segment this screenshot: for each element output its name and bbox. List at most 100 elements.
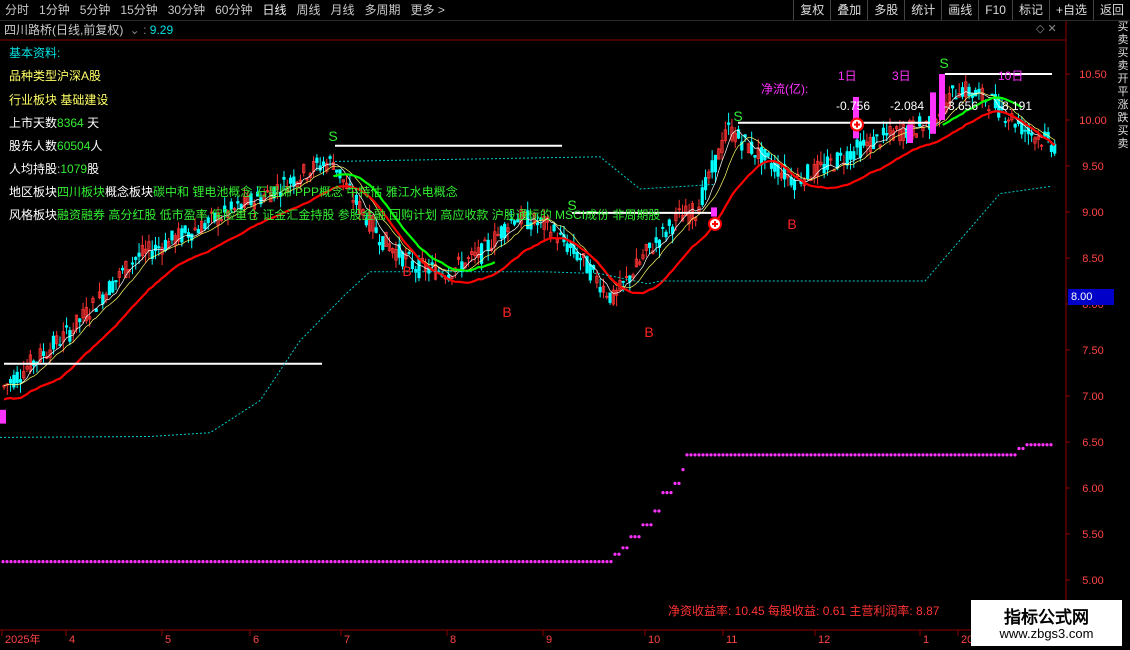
candle-body [700, 187, 704, 206]
indicator-dot [925, 453, 929, 457]
candle-body [1049, 145, 1054, 152]
indicator-dot [65, 560, 69, 564]
price-label-2: 9.50 [1082, 161, 1103, 173]
buy-signal-1: B [502, 304, 511, 320]
candle-body [598, 286, 602, 293]
indicator-dot [673, 481, 677, 485]
indicator-dot [477, 560, 481, 564]
indicator-dot [33, 560, 37, 564]
indicator-dot [973, 453, 977, 457]
indicator-dot [997, 453, 1001, 457]
candle-body [315, 157, 319, 163]
candle-body [559, 232, 563, 235]
indicator-dot [793, 453, 797, 457]
fund-days: 上市天数8364 天 [9, 116, 100, 130]
indicator-dot [589, 560, 593, 564]
side-label-6: 涨 [1117, 99, 1129, 111]
indicator-dot [561, 560, 565, 564]
candle-body [64, 325, 69, 328]
indicator-dot [709, 453, 713, 457]
magenta-signal-bar-0 [0, 409, 6, 424]
indicator-dot [133, 560, 137, 564]
indicator-dot [329, 560, 333, 564]
date-label-8: 11 [726, 634, 737, 646]
indicator-dot [461, 560, 465, 564]
candle-body [417, 258, 421, 279]
indicator-dot [145, 560, 149, 564]
indicator-dot [429, 560, 433, 564]
date-label-1: 4 [69, 634, 75, 646]
indicator-dot [221, 560, 225, 564]
candle-body [845, 151, 849, 166]
indicator-dot [1005, 453, 1009, 457]
indicator-dot [321, 560, 325, 564]
indicator-dot [801, 453, 805, 457]
candle-body [503, 223, 507, 239]
candle-body [858, 141, 862, 158]
candle-body [713, 154, 718, 173]
indicator-dot [965, 453, 969, 457]
candle-body [806, 164, 810, 180]
candle-body [134, 257, 138, 260]
indicator-dot [269, 560, 273, 564]
indicator-dot [941, 453, 945, 457]
candle-body [111, 280, 115, 293]
candle-body [977, 88, 981, 93]
indicator-dot [613, 552, 617, 556]
indicator-dot [73, 560, 77, 564]
indicator-dot [701, 453, 705, 457]
indicator-dot [153, 560, 157, 564]
candle-body [703, 177, 708, 191]
candle-body [967, 86, 971, 97]
indicator-dot [437, 560, 441, 564]
indicator-dot [585, 560, 589, 564]
indicator-dot [17, 560, 21, 564]
indicator-dot [813, 453, 817, 457]
candle-body [881, 127, 886, 136]
kline-chart[interactable]: 10.50 10.00 9.50 9.00 8.50 8.00 7.50 7.00 6.50 6.… [0, 0, 1130, 650]
indicator-dot [893, 453, 897, 457]
indicator-dot [689, 453, 693, 457]
candle-body [1030, 132, 1034, 136]
support-dashed-line [0, 185, 1053, 438]
indicator-dot [177, 560, 181, 564]
indicator-dot [929, 453, 933, 457]
indicator-dot [417, 560, 421, 564]
candle-body [377, 242, 382, 246]
indicator-dot [753, 453, 757, 457]
flow-value-0: -0.756 [836, 99, 871, 113]
indicator-dot [837, 453, 841, 457]
candle-body [163, 239, 167, 251]
indicator-dot [1009, 453, 1013, 457]
indicator-dot [777, 453, 781, 457]
indicator-dot [453, 560, 457, 564]
indicator-dot [581, 560, 585, 564]
indicator-dot [229, 560, 233, 564]
indicator-dot [441, 560, 445, 564]
candle-body [759, 147, 764, 166]
ma5-line [3, 91, 1055, 386]
indicator-dot [769, 453, 773, 457]
candle-body [578, 257, 583, 261]
indicator-dot [169, 560, 173, 564]
candle-body [769, 163, 774, 169]
indicator-dot [849, 453, 853, 457]
candle-body [862, 139, 866, 146]
indicator-dot [469, 560, 473, 564]
indicator-dot [497, 560, 501, 564]
indicator-dot [457, 560, 461, 564]
indicator-dot [285, 560, 289, 564]
candle-body [960, 87, 965, 97]
indicator-dot [845, 453, 849, 457]
indicator-dot [977, 453, 981, 457]
indicator-dot [505, 560, 509, 564]
indicator-dot [57, 560, 61, 564]
watermark-title: 指标公式网 [1004, 608, 1089, 627]
indicator-dot [149, 560, 153, 564]
indicator-dot [485, 560, 489, 564]
indicator-dot [261, 560, 265, 564]
indicator-dot [413, 560, 417, 564]
indicator-dot [1017, 446, 1021, 451]
indicator-dot [357, 560, 361, 564]
indicator-dot [521, 560, 525, 564]
